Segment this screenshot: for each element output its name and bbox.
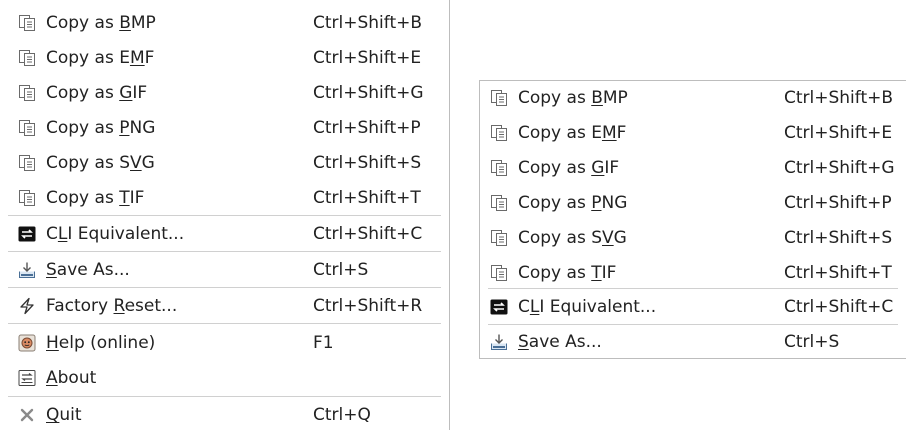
menu-item-help-online[interactable]: Help (online) F1 [0, 326, 449, 360]
menu-item-copy-as-bmp[interactable]: Copy as BMP Ctrl+Shift+B [480, 81, 906, 115]
menu-item-shortcut: Ctrl+Shift+T [784, 263, 892, 283]
copy-icon [18, 49, 36, 67]
menu-separator [8, 215, 441, 216]
menu-item-about[interactable]: About [0, 361, 449, 395]
menu-item-copy-as-emf[interactable]: Copy as EMF Ctrl+Shift+E [480, 116, 906, 150]
menu-separator [488, 288, 898, 289]
menu-item-copy-as-svg[interactable]: Copy as SVG Ctrl+Shift+S [480, 221, 906, 255]
menu-item-label: Save As... [518, 332, 602, 352]
menu-separator [8, 287, 441, 288]
menu-item-label: Copy as BMP [46, 13, 156, 33]
menu-item-shortcut: Ctrl+Shift+B [784, 88, 894, 108]
menu-item-shortcut: Ctrl+Shift+T [313, 188, 421, 208]
menu-item-copy-as-bmp[interactable]: Copy as BMP Ctrl+Shift+B [0, 6, 449, 40]
menu-item-copy-as-gif[interactable]: Copy as GIF Ctrl+Shift+G [480, 151, 906, 185]
menu-item-shortcut: F1 [313, 333, 334, 353]
menu-item-shortcut: Ctrl+Shift+G [313, 83, 424, 103]
menu-item-copy-as-png[interactable]: Copy as PNG Ctrl+Shift+P [0, 111, 449, 145]
menu-item-label: Quit [46, 405, 82, 425]
about-icon [18, 369, 36, 387]
menu-item-label: Copy as GIF [46, 83, 148, 103]
menu-item-shortcut: Ctrl+Shift+P [313, 118, 421, 138]
menu-item-shortcut: Ctrl+Shift+E [313, 48, 422, 68]
menu-item-shortcut: Ctrl+S [784, 332, 840, 352]
copy-icon [490, 159, 508, 177]
copy-icon [18, 84, 36, 102]
lightning-icon [18, 297, 36, 315]
menu-item-label: About [46, 368, 97, 388]
copy-icon [490, 194, 508, 212]
menu-item-label: Help (online) [46, 333, 156, 353]
menu-item-label: Copy as EMF [46, 48, 155, 68]
menu-item-shortcut: Ctrl+Shift+G [784, 158, 895, 178]
menu-item-shortcut: Ctrl+Shift+B [313, 13, 423, 33]
menu-item-copy-as-tif[interactable]: Copy as TIF Ctrl+Shift+T [480, 256, 906, 290]
menu-item-shortcut: Ctrl+Shift+S [313, 153, 422, 173]
copy-icon [490, 264, 508, 282]
menu-item-label: Copy as TIF [46, 188, 145, 208]
menu-item-copy-as-svg[interactable]: Copy as SVG Ctrl+Shift+S [0, 146, 449, 180]
menu-item-label: CLI Equivalent... [46, 224, 185, 244]
quit-icon [18, 406, 36, 424]
copy-icon [18, 119, 36, 137]
menu-separator [8, 251, 441, 252]
copy-icon [18, 154, 36, 172]
cli-icon [490, 298, 508, 316]
context-menu-compact: Copy as BMP Ctrl+Shift+B Copy as EMF Ctr… [479, 80, 906, 359]
menu-item-copy-as-emf[interactable]: Copy as EMF Ctrl+Shift+E [0, 41, 449, 75]
copy-icon [18, 189, 36, 207]
menu-item-copy-as-gif[interactable]: Copy as GIF Ctrl+Shift+G [0, 76, 449, 110]
menu-item-label: Copy as SVG [46, 153, 155, 173]
menu-item-save-as[interactable]: Save As... Ctrl+S [0, 253, 449, 287]
menu-item-copy-as-png[interactable]: Copy as PNG Ctrl+Shift+P [480, 186, 906, 220]
menu-item-label: Copy as GIF [518, 158, 620, 178]
menu-item-cli-equivalent[interactable]: CLI Equivalent... Ctrl+Shift+C [0, 217, 449, 251]
menu-item-shortcut: Ctrl+Shift+P [784, 193, 892, 213]
menu-item-quit[interactable]: Quit Ctrl+Q [0, 398, 449, 432]
cli-icon [18, 225, 36, 243]
help-icon [18, 334, 36, 352]
menu-item-shortcut: Ctrl+Shift+C [784, 297, 894, 317]
menu-item-save-as[interactable]: Save As... Ctrl+S [480, 325, 906, 359]
menu-item-cli-equivalent[interactable]: CLI Equivalent... Ctrl+Shift+C [480, 290, 906, 324]
menu-item-shortcut: Ctrl+Shift+S [784, 228, 893, 248]
menu-item-label: Copy as SVG [518, 228, 627, 248]
save-icon [490, 333, 508, 351]
copy-icon [18, 14, 36, 32]
copy-icon [490, 89, 508, 107]
menu-item-label: Factory Reset... [46, 296, 178, 316]
menu-separator [8, 323, 441, 324]
menu-separator [8, 396, 441, 397]
menu-item-label: CLI Equivalent... [518, 297, 657, 317]
save-icon [18, 261, 36, 279]
copy-icon [490, 229, 508, 247]
menu-item-label: Copy as EMF [518, 123, 627, 143]
copy-icon [490, 124, 508, 142]
menu-item-shortcut: Ctrl+S [313, 260, 369, 280]
menu-item-label: Copy as TIF [518, 263, 617, 283]
menu-item-label: Copy as PNG [518, 193, 628, 213]
menu-item-shortcut: Ctrl+Q [313, 405, 371, 425]
menu-item-shortcut: Ctrl+Shift+R [313, 296, 423, 316]
menu-item-copy-as-tif[interactable]: Copy as TIF Ctrl+Shift+T [0, 181, 449, 215]
menu-item-factory-reset[interactable]: Factory Reset... Ctrl+Shift+R [0, 289, 449, 323]
menu-item-label: Copy as BMP [518, 88, 628, 108]
menu-item-label: Copy as PNG [46, 118, 156, 138]
menu-item-shortcut: Ctrl+Shift+C [313, 224, 423, 244]
menu-item-label: Save As... [46, 260, 130, 280]
context-menu-full: Copy as BMP Ctrl+Shift+B Copy as EMF Ctr… [0, 0, 450, 430]
menu-item-shortcut: Ctrl+Shift+E [784, 123, 893, 143]
